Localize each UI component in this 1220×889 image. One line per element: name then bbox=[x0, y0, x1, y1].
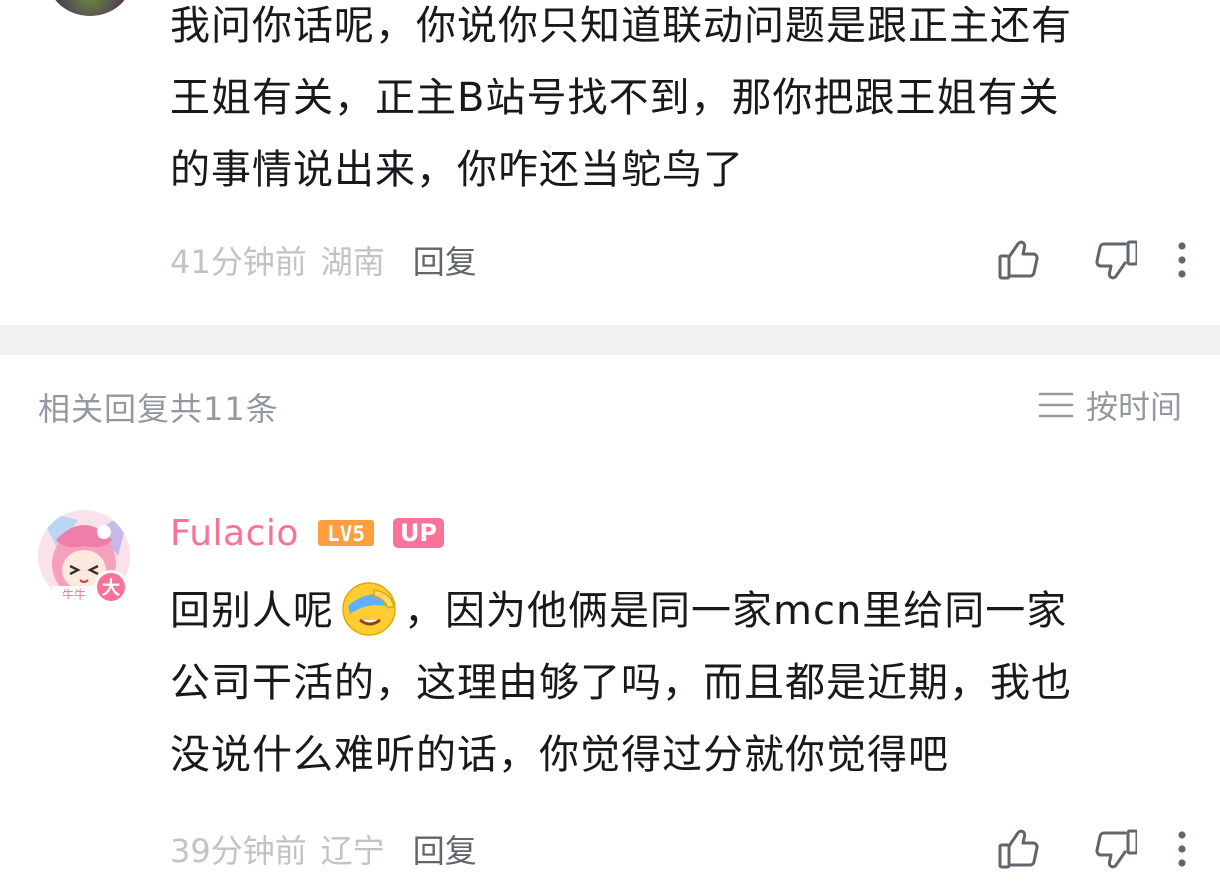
thumbs-down-icon bbox=[1095, 240, 1137, 280]
more-vertical-icon bbox=[1178, 242, 1186, 278]
like-button[interactable] bbox=[994, 824, 1044, 874]
user-info-row: Fulacio LV5 UP bbox=[170, 508, 445, 558]
comment-time: 39分钟前 bbox=[170, 832, 307, 870]
comment-location: 湖南 bbox=[320, 243, 385, 281]
comment-body: 我问你话呢，你说你只知道联动问题是跟正主还有 王姐有关，正主B站号找不到，那你把… bbox=[170, 0, 1180, 206]
comment-line: 的事情说出来，你咋还当鸵鸟了 bbox=[170, 147, 744, 193]
more-button[interactable] bbox=[1172, 235, 1192, 285]
comment-meta: 41分钟前 湖南 回复 bbox=[170, 237, 477, 283]
avatar[interactable] bbox=[48, 0, 132, 16]
comment-line: 我问你话呢，你说你只知道联动问题是跟正主还有 bbox=[170, 3, 1072, 49]
menu-lines-icon bbox=[1038, 392, 1074, 418]
reply-button[interactable]: 回复 bbox=[413, 237, 477, 283]
more-vertical-icon bbox=[1178, 831, 1186, 867]
thumbs-up-icon bbox=[998, 829, 1039, 869]
facepalm-emoji-icon bbox=[338, 576, 400, 638]
replies-count: 相关回复共11条 bbox=[38, 390, 279, 428]
up-badge: UP bbox=[392, 518, 445, 548]
avatar-badge: 大 bbox=[94, 570, 128, 604]
thumbs-up-icon bbox=[998, 240, 1039, 280]
comment-text-segment: ，因为他俩是同一家mcn里给同一家 bbox=[404, 588, 1068, 634]
comment-actions bbox=[994, 235, 1192, 285]
comment-thread-page: 我问你话呢，你说你只知道联动问题是跟正主还有 王姐有关，正主B站号找不到，那你把… bbox=[0, 0, 1220, 889]
comment-meta: 39分钟前 辽宁 回复 bbox=[170, 826, 477, 872]
sort-label: 按时间 bbox=[1085, 388, 1182, 426]
level-badge: LV5 bbox=[317, 519, 375, 547]
more-button[interactable] bbox=[1172, 824, 1192, 874]
comment-text-segment: 回别人呢 bbox=[170, 588, 334, 634]
comment-actions bbox=[994, 824, 1192, 874]
level-text: LV5 bbox=[327, 522, 365, 546]
comment-body: 回别人呢 ，因为他俩是同一家mcn里给同一家 公司干活的，这理由够了吗，而且都是… bbox=[170, 575, 1180, 791]
svg-text:牛牛: 牛牛 bbox=[62, 587, 86, 602]
comment-line: 公司干活的，这理由够了吗，而且都是近期，我也 bbox=[170, 660, 1072, 706]
comment-line: 没说什么难听的话，你觉得过分就你觉得吧 bbox=[170, 732, 949, 778]
comment-location: 辽宁 bbox=[320, 832, 385, 870]
like-button[interactable] bbox=[994, 235, 1044, 285]
dislike-button[interactable] bbox=[1090, 824, 1140, 874]
username[interactable]: Fulacio bbox=[170, 513, 299, 554]
thumbs-down-icon bbox=[1095, 829, 1137, 869]
sort-by-time-button[interactable]: 按时间 bbox=[1038, 382, 1182, 428]
avatar[interactable]: 牛牛 大 bbox=[38, 510, 130, 604]
comment-line: 回别人呢 ，因为他俩是同一家mcn里给同一家 bbox=[170, 575, 1180, 647]
comment-time: 41分钟前 bbox=[170, 243, 307, 281]
section-divider bbox=[0, 325, 1220, 355]
comment-line: 王姐有关，正主B站号找不到，那你把跟王姐有关 bbox=[170, 75, 1060, 121]
dislike-button[interactable] bbox=[1090, 235, 1140, 285]
reply-button[interactable]: 回复 bbox=[413, 826, 477, 872]
